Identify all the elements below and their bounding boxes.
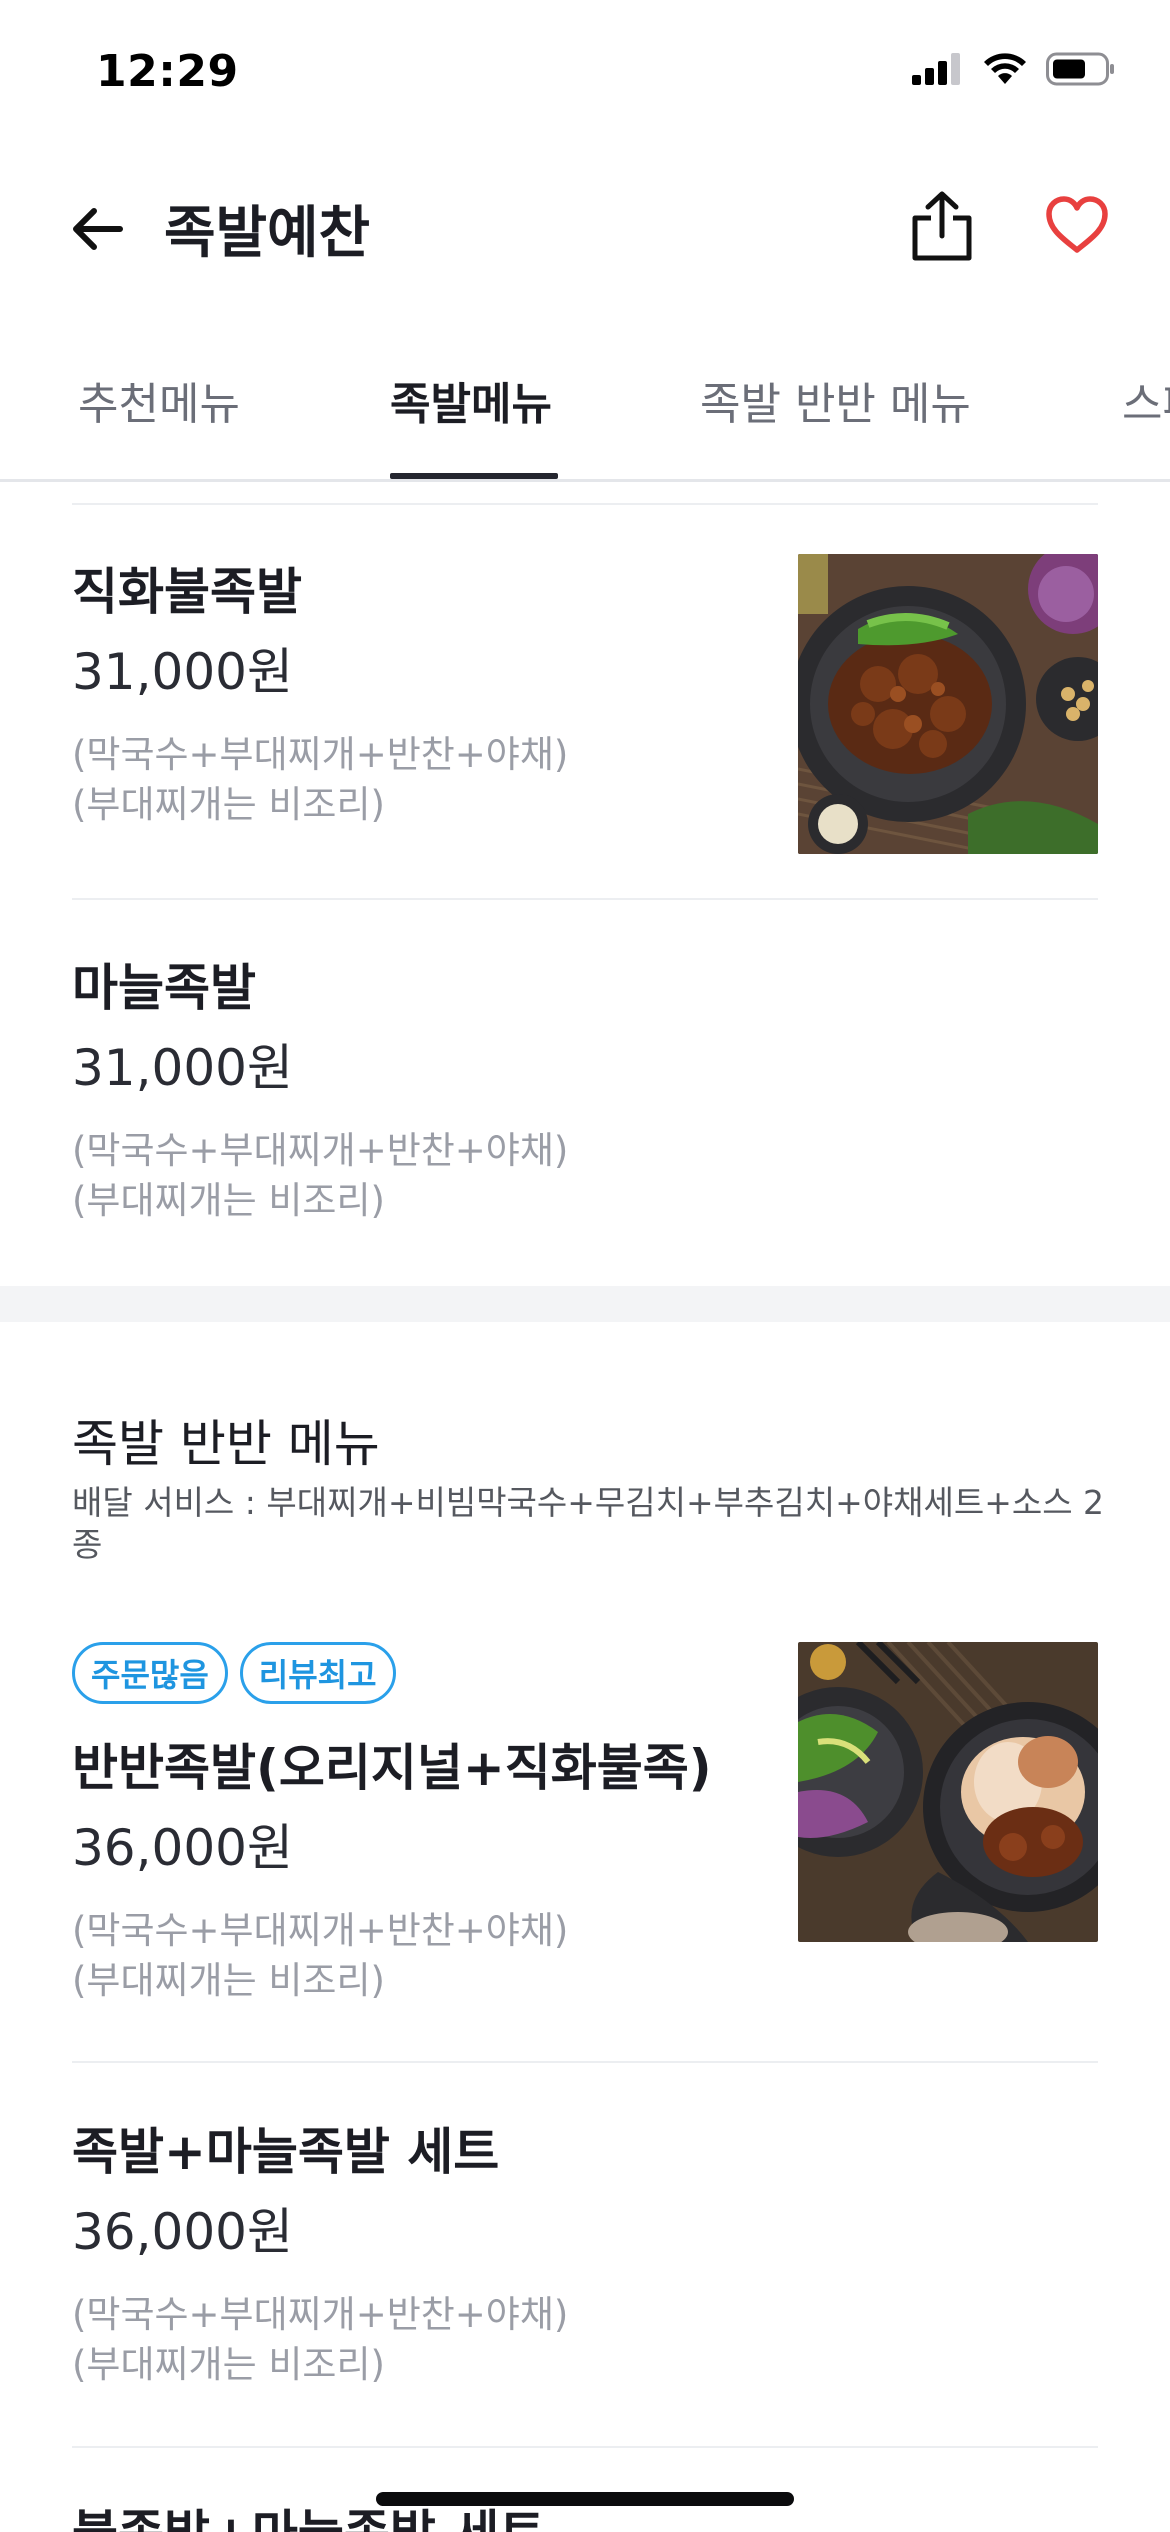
menu-item-name: 직화불족발	[72, 563, 302, 621]
active-tab-indicator	[390, 473, 558, 479]
category-tabs: 추천메뉴 족발메뉴 족발 반반 메뉴 스페	[0, 330, 1170, 482]
battery-icon	[1046, 52, 1114, 86]
menu-item-desc: (막국수+부대찌개+반찬+야채)	[72, 2293, 569, 2336]
menu-item-desc: (막국수+부대찌개+반찬+야채)	[72, 1909, 569, 1952]
heart-icon	[1046, 196, 1108, 253]
home-indicator[interactable]	[376, 2492, 794, 2506]
menu-item-price: 36,000원	[72, 1819, 293, 1877]
tab-next-partial[interactable]: 스페	[1122, 368, 1170, 432]
menu-item-desc: (막국수+부대찌개+반찬+야채)	[72, 733, 569, 776]
menu-item-desc: (부대찌개는 비조리)	[72, 1179, 385, 1222]
menu-item-name: 족발+마늘족발 세트	[72, 2123, 500, 2181]
tab-jokbal-menu[interactable]: 족발메뉴	[390, 368, 552, 432]
divider	[72, 898, 1098, 900]
cellular-signal-icon	[912, 53, 960, 85]
status-time: 12:29	[96, 46, 239, 97]
favorite-button[interactable]	[1040, 190, 1114, 260]
badge-top-reviews: 리뷰최고	[239, 1642, 396, 1704]
status-icons	[912, 52, 1116, 86]
divider	[72, 503, 1098, 505]
page-title: 족발예찬	[164, 201, 371, 266]
tab-half-half-menu[interactable]: 족발 반반 메뉴	[700, 368, 971, 432]
menu-item-name: 반반족발(오리지널+직화불족)	[72, 1739, 712, 1797]
menu-item-price: 31,000원	[72, 643, 293, 701]
tab-recommended[interactable]: 추천메뉴	[78, 368, 240, 432]
menu-item-desc: (부대찌개는 비조리)	[72, 2343, 385, 2386]
menu-item-photo	[798, 1642, 1098, 1942]
arrow-left-icon	[73, 208, 123, 250]
menu-item-name: 마늘족발	[72, 959, 256, 1017]
menu-item-photo	[798, 554, 1098, 854]
divider	[72, 2446, 1098, 2448]
divider	[72, 2061, 1098, 2063]
share-icon	[912, 191, 972, 261]
menu-item-desc: (막국수+부대찌개+반찬+야채)	[72, 1129, 569, 1172]
menu-item-desc: (부대찌개는 비조리)	[72, 1959, 385, 2002]
section-description: 배달 서비스 : 부대찌개+비빔막국수+무김치+부추김치+야채세트+소스 2종	[72, 1483, 1105, 1564]
section-separator	[0, 1286, 1170, 1322]
badge-popular-orders: 주문많음	[72, 1642, 228, 1704]
menu-item-price: 31,000원	[72, 1039, 293, 1097]
badge-group: 주문많음 리뷰최고	[72, 1642, 396, 1704]
menu-item-desc: (부대찌개는 비조리)	[72, 783, 385, 826]
back-button[interactable]	[62, 195, 130, 263]
section-title: 족발 반반 메뉴	[72, 1415, 380, 1473]
menu-item-price: 36,000원	[72, 2203, 293, 2261]
share-button[interactable]	[906, 186, 978, 266]
wifi-icon	[984, 53, 1026, 84]
